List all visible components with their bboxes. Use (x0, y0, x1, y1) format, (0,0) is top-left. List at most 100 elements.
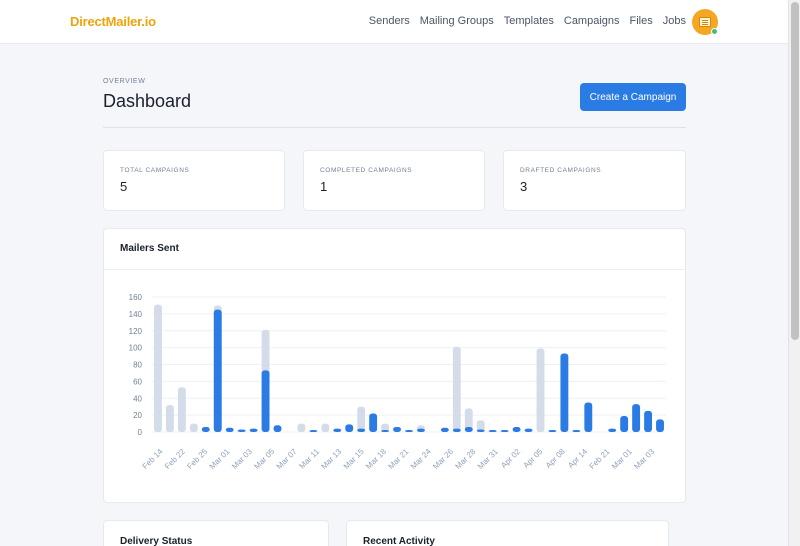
nav-mailing-groups[interactable]: Mailing Groups (420, 15, 494, 27)
x-tick-label: Mar 24 (409, 447, 433, 471)
bar (512, 426, 521, 432)
x-tick-label: Mar 21 (386, 447, 410, 471)
bar (572, 430, 581, 432)
page-scrollbar[interactable] (788, 0, 800, 546)
x-tick-label: Mar 28 (453, 447, 477, 471)
scrollbar-thumb[interactable] (791, 2, 799, 340)
bar (345, 424, 354, 432)
stat-card-completed-campaigns: COMPLETED CAMPAIGNS 1 (303, 150, 485, 211)
bar (177, 387, 186, 432)
bar (488, 430, 497, 432)
stat-label: COMPLETED CAMPAIGNS (320, 167, 413, 174)
x-tick-label: Mar 03 (230, 447, 254, 471)
bar (369, 413, 378, 432)
bar (452, 346, 461, 432)
y-tick-label: 160 (129, 293, 143, 302)
bar (417, 428, 425, 432)
bar (357, 428, 366, 432)
bar (381, 430, 390, 432)
stat-label: TOTAL CAMPAIGNS (120, 167, 190, 174)
nav-jobs[interactable]: Jobs (663, 15, 686, 27)
y-tick-label: 100 (129, 344, 143, 353)
bar (297, 423, 306, 432)
nav-files[interactable]: Files (630, 15, 653, 27)
top-navbar: DirectMailer.io Senders Mailing Groups T… (0, 0, 788, 44)
y-tick-label: 140 (129, 310, 143, 319)
page-pretitle: OVERVIEW (103, 78, 146, 85)
bar (476, 429, 485, 432)
stat-value: 3 (520, 179, 528, 194)
stat-card-total-campaigns: TOTAL CAMPAIGNS 5 (103, 150, 285, 211)
bar (656, 419, 664, 432)
stat-value: 5 (120, 179, 128, 194)
bar (620, 415, 629, 432)
create-campaign-button[interactable]: Create a Campaign (580, 83, 686, 111)
bar (524, 428, 533, 432)
y-tick-label: 40 (133, 394, 142, 403)
nav-campaigns[interactable]: Campaigns (564, 15, 620, 27)
x-tick-label: Apr 05 (521, 447, 544, 470)
bar (321, 423, 330, 432)
bar (309, 430, 318, 432)
page-title: Dashboard (103, 91, 192, 111)
x-tick-label: Mar 31 (476, 447, 500, 471)
mailers-sent-card: Mailers Sent 0 20 40 60 80 100 120 140 160 Feb 14… (103, 228, 686, 503)
bar (393, 426, 401, 432)
stat-card-drafted-campaigns: DRAFTED CAMPAIGNS 3 (503, 150, 686, 211)
x-tick-label: Feb 25 (185, 447, 209, 471)
bar (261, 370, 270, 432)
bar (632, 404, 641, 432)
x-tick-label: Feb 14 (141, 447, 165, 471)
main-nav: Senders Mailing Groups Templates Campaig… (369, 15, 686, 27)
recent-activity-title: Recent Activity (363, 536, 435, 546)
nav-templates[interactable]: Templates (504, 15, 554, 27)
x-tick-label: Mar 01 (610, 447, 634, 471)
bar (237, 429, 246, 432)
y-tick-label: 60 (133, 377, 142, 386)
header-divider (103, 127, 686, 128)
x-tick-label: Apr 14 (566, 447, 589, 470)
bar (273, 425, 282, 432)
y-tick-label: 0 (138, 428, 143, 437)
x-tick-label: Mar 05 (252, 447, 276, 471)
bar (500, 430, 509, 432)
y-tick-label: 80 (133, 361, 142, 370)
bar (464, 426, 473, 432)
nav-senders[interactable]: Senders (369, 15, 410, 27)
delivery-status-card: Delivery Status (103, 520, 329, 546)
stat-value: 1 (320, 179, 328, 194)
x-tick-label: Mar 11 (297, 447, 321, 471)
bar (548, 430, 557, 432)
x-tick-label: Feb 22 (163, 447, 187, 471)
x-tick-label: Mar 07 (275, 447, 299, 471)
bar (154, 304, 162, 432)
bar (333, 428, 342, 432)
brand-logo[interactable]: DirectMailer.io (70, 14, 156, 29)
bar (452, 428, 461, 432)
x-tick-label: Mar 01 (208, 447, 232, 471)
bar (189, 423, 198, 432)
y-tick-label: 20 (133, 411, 142, 420)
bar (201, 426, 210, 432)
bar (536, 348, 545, 432)
x-tick-label: Mar 13 (319, 447, 343, 471)
bar (560, 353, 569, 432)
bar (165, 405, 174, 432)
bar (405, 430, 413, 432)
bar (225, 427, 234, 432)
x-tick-label: Mar 15 (342, 447, 366, 471)
x-tick-label: Mar 03 (632, 447, 656, 471)
user-avatar[interactable] (692, 9, 718, 35)
delivery-status-title: Delivery Status (120, 536, 193, 546)
bar (608, 428, 617, 432)
bar (249, 428, 258, 432)
recent-activity-card: Recent Activity (346, 520, 669, 546)
bar (644, 410, 653, 432)
x-tick-label: Feb 21 (588, 447, 612, 471)
x-tick-label: Mar 18 (364, 447, 388, 471)
y-tick-label: 120 (129, 327, 143, 336)
online-status-indicator (711, 28, 718, 35)
bar (357, 406, 366, 432)
bar (213, 309, 222, 432)
x-tick-label: Apr 02 (499, 447, 522, 470)
